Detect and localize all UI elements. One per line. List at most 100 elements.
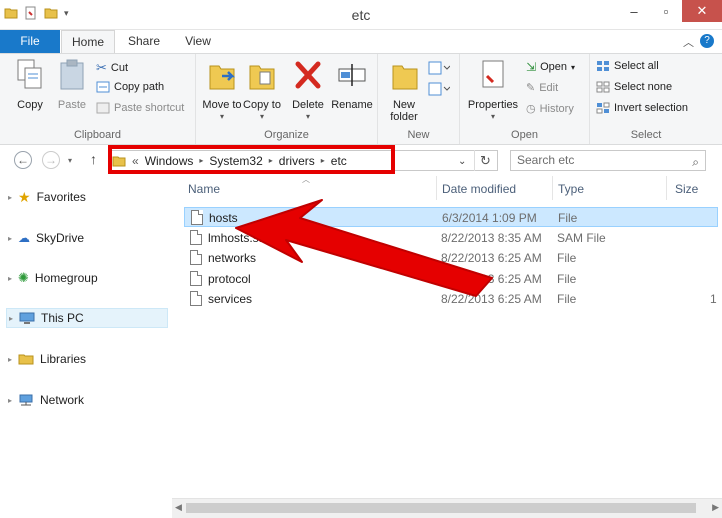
open-dropdown-icon: ▾ (570, 62, 575, 72)
select-none-button[interactable]: Select none (596, 81, 672, 93)
open-button[interactable]: ⇲ Open ▾ (526, 60, 575, 74)
scroll-right-icon[interactable]: ▶ (712, 502, 719, 513)
organize-group: Move to ▾ Copy to ▾ Delete ▾ Rename Orga… (196, 54, 378, 144)
copy-to-button[interactable]: Copy to ▾ (242, 58, 282, 123)
move-to-button[interactable]: Move to ▾ (202, 58, 242, 123)
invert-selection-button[interactable]: Invert selection (596, 102, 688, 114)
expand-icon[interactable]: ▸ (9, 314, 13, 323)
select-all-button[interactable]: Select all (596, 60, 659, 72)
expand-icon[interactable]: ▸ (8, 274, 12, 283)
homegroup-icon: ✺ (18, 270, 29, 285)
tab-view[interactable]: View (180, 30, 216, 53)
copy-path-icon (96, 81, 110, 93)
column-header-date[interactable]: Date modified (442, 182, 516, 196)
new-group: New folder New (378, 54, 460, 144)
open-label: Open (540, 61, 567, 73)
column-divider[interactable] (436, 176, 437, 200)
file-date: 8/22/2013 6:25 AM (441, 251, 542, 265)
copy-button[interactable]: Copy (12, 58, 48, 111)
select-group-label: Select (630, 129, 662, 141)
rename-button[interactable]: Rename (330, 58, 374, 111)
nav-item-homegroup[interactable]: ▸ ✺ Homegroup (8, 268, 98, 288)
horizontal-scrollbar[interactable]: ◀ ▶ (172, 498, 722, 518)
column-divider[interactable] (552, 176, 553, 200)
copy-path-button[interactable]: Copy path (96, 81, 164, 93)
tab-share[interactable]: Share (124, 30, 164, 53)
up-arrow-icon[interactable]: ↑ (90, 151, 97, 167)
tab-file[interactable]: File (0, 30, 60, 53)
open-group: Properties ▾ ⇲ Open ▾ ✎ Edit ◷ History O… (460, 54, 590, 144)
select-all-label: Select all (614, 60, 659, 72)
column-header-type[interactable]: Type (558, 182, 584, 196)
easy-access-icon[interactable] (428, 81, 450, 97)
paste-button[interactable]: Paste (54, 58, 90, 111)
table-row[interactable]: protocol 8/22/2013 6:25 AM File (184, 269, 718, 289)
minimize-button[interactable]: ‒ (618, 0, 650, 22)
expand-icon[interactable]: ▸ (8, 355, 12, 364)
open-group-label: Open (511, 129, 538, 141)
history-button[interactable]: ◷ History (526, 102, 574, 116)
invert-selection-label: Invert selection (614, 102, 688, 114)
file-icon (191, 210, 203, 225)
table-row[interactable]: lmhosts.sam 8/22/2013 8:35 AM SAM File (184, 228, 718, 248)
new-folder-button[interactable]: New folder (384, 58, 426, 123)
nav-item-this-pc[interactable]: ▸ This PC (6, 308, 168, 328)
forward-button[interactable]: → (42, 151, 60, 169)
file-date: 6/3/2014 1:09 PM (442, 211, 537, 225)
file-type: File (557, 251, 577, 265)
search-placeholder: Search etc (517, 153, 575, 167)
help-icon[interactable]: ? (700, 34, 714, 48)
file-icon (190, 271, 202, 286)
file-date: 8/22/2013 6:25 AM (441, 272, 542, 286)
properties-button[interactable]: Properties ▾ (464, 58, 522, 123)
refresh-icon: ↻ (480, 153, 491, 168)
edit-button[interactable]: ✎ Edit (526, 81, 558, 95)
search-input[interactable]: Search etc ⌕ (510, 150, 706, 171)
window-controls: ‒ ▫ ✕ (618, 0, 722, 22)
nav-item-network[interactable]: ▸ Network (8, 390, 84, 410)
select-none-icon (596, 81, 610, 93)
libraries-icon (18, 354, 34, 365)
nav-item-favorites[interactable]: ▸ ★ Favorites (8, 187, 86, 207)
computer-icon (19, 312, 35, 324)
expand-icon[interactable]: ▸ (8, 396, 12, 405)
table-row[interactable]: hosts 6/3/2014 1:09 PM File (184, 207, 718, 227)
nav-label: This PC (41, 311, 84, 325)
file-size: 1 (710, 292, 717, 306)
address-highlight-box (108, 145, 395, 174)
new-item-icon[interactable] (428, 60, 450, 76)
history-label: History (539, 102, 574, 115)
table-row[interactable]: networks 8/22/2013 6:25 AM File (184, 248, 718, 268)
scroll-left-icon[interactable]: ◀ (175, 502, 182, 513)
cut-button[interactable]: ✂ Cut (96, 60, 128, 76)
column-divider[interactable] (666, 176, 667, 200)
column-header-name[interactable]: Name (188, 182, 220, 196)
tab-home[interactable]: Home (61, 30, 115, 54)
nav-item-libraries[interactable]: ▸ Libraries (8, 349, 86, 369)
file-name: networks (208, 251, 257, 265)
back-arrow-icon: ← (17, 153, 29, 167)
table-row[interactable]: services 8/22/2013 6:25 AM File 1 (184, 289, 718, 309)
file-date: 8/22/2013 6:25 AM (441, 292, 542, 306)
close-button[interactable]: ✕ (682, 0, 722, 22)
refresh-button[interactable]: ↻ (474, 150, 496, 171)
paste-shortcut-button[interactable]: Paste shortcut (96, 102, 184, 114)
file-icon (190, 230, 202, 245)
ribbon-collapse-icon[interactable]: ︿ (683, 34, 694, 50)
ribbon: Copy Paste ✂ Cut Copy path Paste shortcu… (0, 53, 722, 145)
delete-button[interactable]: Delete ▾ (288, 58, 328, 123)
nav-item-skydrive[interactable]: ▸ ☁ SkyDrive (8, 228, 84, 248)
organize-group-label: Organize (264, 129, 309, 141)
expand-icon[interactable]: ▸ (8, 234, 12, 243)
scrollbar-thumb[interactable] (186, 503, 696, 513)
address-dropdown-icon[interactable]: ⌄ (458, 156, 466, 167)
column-header-size[interactable]: Size (675, 182, 698, 196)
file-name: lmhosts.sam (208, 231, 276, 245)
recent-locations-icon[interactable]: ▾ (68, 156, 72, 165)
network-icon (19, 394, 33, 406)
ribbon-tabs: File Home Share View ︿ ? (0, 30, 722, 54)
maximize-button[interactable]: ▫ (650, 0, 682, 22)
back-button[interactable]: ← (14, 151, 32, 169)
expand-icon[interactable]: ▸ (8, 193, 12, 202)
rename-icon (338, 64, 366, 86)
